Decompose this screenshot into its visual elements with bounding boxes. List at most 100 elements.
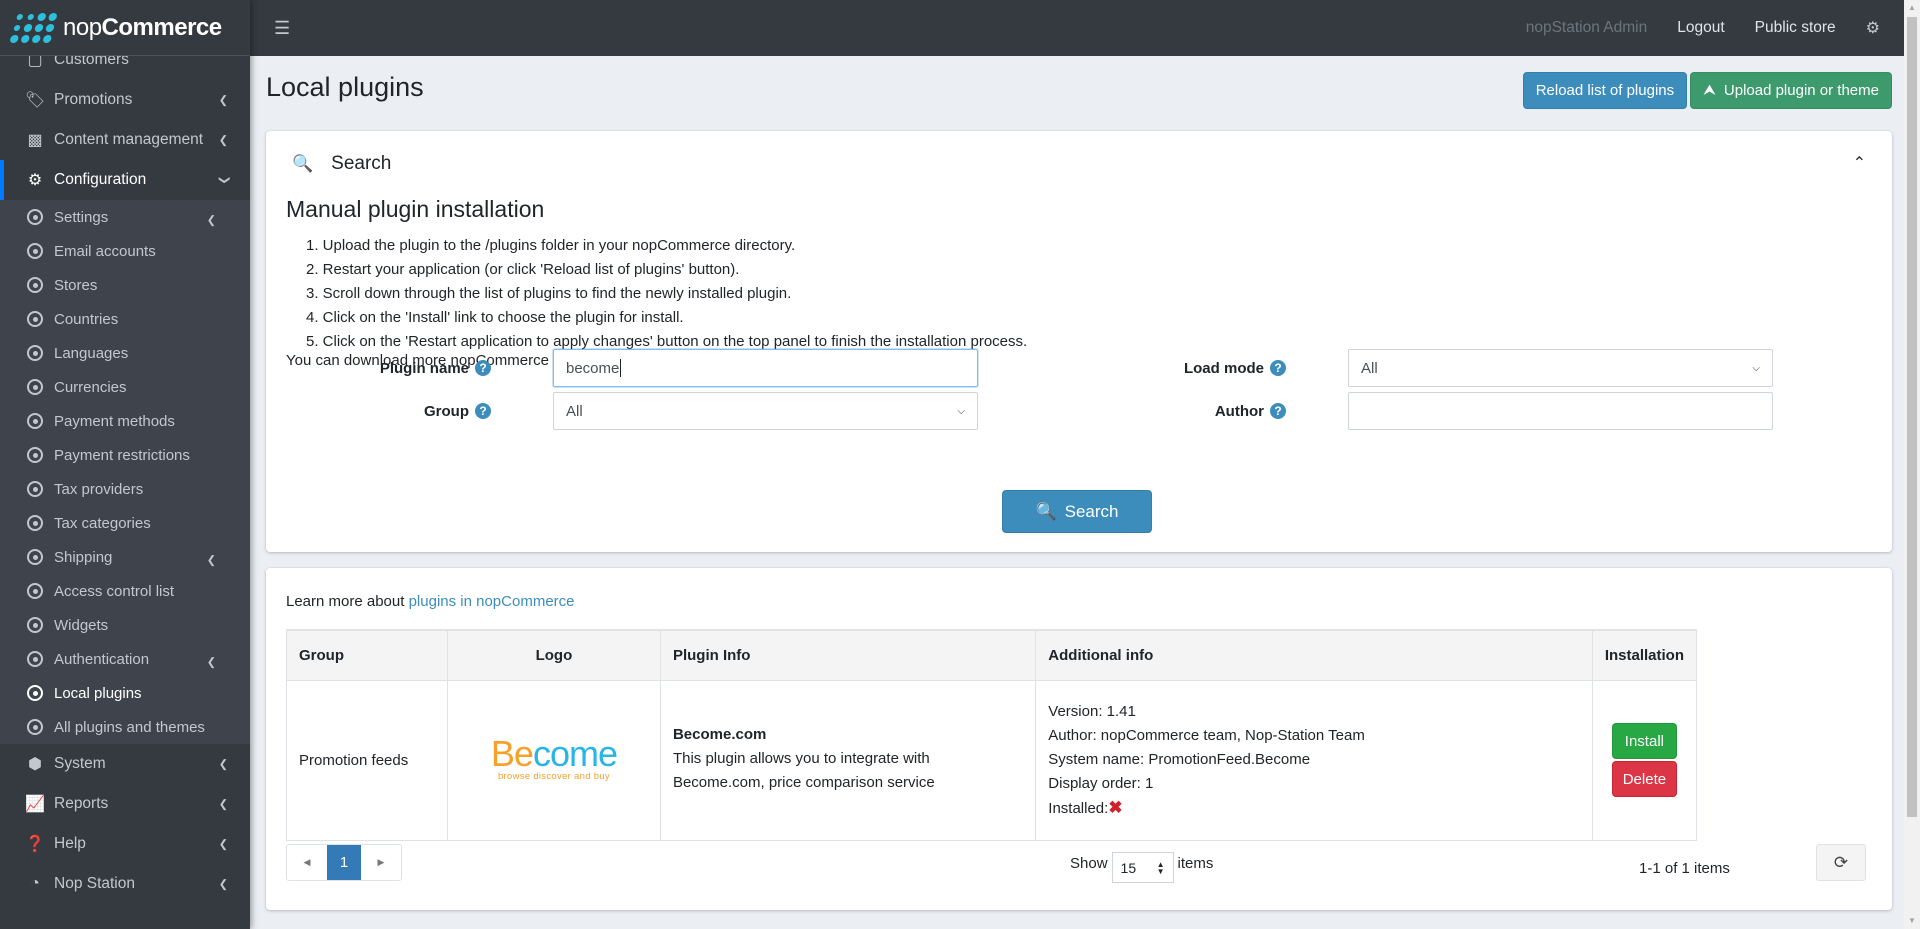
page-size-select[interactable]: 15 ▲ ▼ [1111,852,1174,883]
sidebar-item-content-management[interactable]: ▩ Content management ❮ [0,120,250,160]
sidebar-item-label: Tax categories [54,514,151,532]
plugin-system-name: System name: PromotionFeed.Become [1048,750,1311,768]
sidebar-item-currencies[interactable]: Currencies [0,370,250,404]
help-icon[interactable]: ? [1270,403,1286,419]
upload-plugin-label: Upload plugin or theme [1723,82,1879,99]
column-header-additional-info[interactable]: Additional info [1035,629,1593,681]
install-step: 4. Click on the 'Install' link to choose… [306,309,684,326]
author-label: Author? [1146,392,1286,430]
hamburger-menu-icon[interactable]: ☰ [274,18,290,39]
help-icon[interactable]: ? [475,403,491,419]
sidebar-item-tax-providers[interactable]: Tax providers [0,472,250,506]
delete-button[interactable]: Delete [1611,761,1678,797]
column-header-group[interactable]: Group [286,629,448,681]
sidebar-item-reports[interactable]: 📈 Reports ❮ [0,784,250,824]
reload-plugins-button[interactable]: Reload list of plugins [1522,72,1688,109]
sidebar-item-label: Shipping [54,548,113,566]
logout-link[interactable]: Logout [1677,19,1724,37]
chevron-down-icon: ❮ [217,175,230,185]
chart-line-icon: 📈 [25,796,45,813]
chevron-left-icon: ❮ [206,214,216,227]
sidebar-item-widgets[interactable]: Widgets [0,608,250,642]
items-info: 1-1 of 1 items [1639,860,1730,877]
sidebar-item-tax-categories[interactable]: Tax categories [0,506,250,540]
sidebar-item-nop-station[interactable]: ◔ Nop Station ❮ [0,864,250,904]
brand-logo[interactable]: nopCommerce [0,0,250,56]
sidebar-item-system[interactable]: ⬢ System ❮ [0,744,250,784]
column-header-plugin-info[interactable]: Plugin Info [659,629,1037,681]
help-icon[interactable]: ? [1270,360,1286,376]
scroll-up-arrow-icon[interactable]: ▲ [1904,0,1920,16]
sidebar-item-label: Currencies [54,378,127,396]
column-header-logo[interactable]: Logo [446,629,661,681]
search-panel-title: Search [331,153,392,174]
sidebar-item-label: Help [54,835,86,852]
sidebar-item-promotions[interactable]: 🏷 Promotions ❮ [0,80,250,120]
sidebar-item-email-accounts[interactable]: Email accounts [0,234,250,268]
circle-icon [27,379,43,395]
next-page-icon[interactable]: ▶ [361,845,401,880]
page-button[interactable]: 1 [327,845,361,880]
sidebar-item-label: Tax providers [54,480,144,498]
search-button[interactable]: 🔍 Search [1002,490,1152,533]
sidebar-item-label: Access control list [54,582,175,600]
pie-chart-icon: ◔ [30,875,40,892]
install-button[interactable]: Install [1611,723,1678,759]
column-header-installation[interactable]: Installation [1591,629,1698,681]
circle-icon [27,651,43,667]
install-steps: 1. Upload the plugin to the /plugins fol… [306,234,1027,354]
sidebar-item-label: Promotions [54,91,133,108]
group-label: Group? [366,392,491,430]
circle-icon [27,685,43,701]
plugins-table: Group Logo Plugin Info Additional info I… [286,629,1698,841]
cell-group: Promotion feeds [286,679,448,841]
plugin-description: This plugin allows you to integrate with… [672,749,935,791]
sidebar-item-languages[interactable]: Languages [0,336,250,370]
gears-icon[interactable]: ⚙ [1866,18,1880,38]
sidebar-item-payment-restrictions[interactable]: Payment restrictions [0,438,250,472]
chevron-left-icon: ❮ [218,878,228,891]
cell-additional-info: Version: 1.41 Author: nopCommerce team, … [1035,679,1593,841]
sidebar-item-authentication[interactable]: Authentication ❮ [0,642,250,676]
group-select[interactable]: All ⌵ [553,392,978,430]
sidebar-item-label: Reports [54,795,109,812]
plugins-docs-link[interactable]: plugins in nopCommerce [409,593,575,610]
sidebar-item-stores[interactable]: Stores [0,268,250,302]
chevron-up-icon[interactable]: ⌃ [1853,153,1866,173]
prev-page-icon[interactable]: ◀ [287,845,327,880]
sidebar-item-label: Authentication [54,650,150,668]
chevron-left-icon: ❮ [218,758,228,771]
circle-icon [27,583,43,599]
sidebar-item-help[interactable]: ❓ Help ❮ [0,824,250,864]
plugin-logo: Become browse discover and buy [490,733,618,783]
sidebar: ▢ Customers 🏷 Promotions ❮ ▩ Content man… [0,0,250,929]
load-mode-select[interactable]: All ⌵ [1348,349,1773,387]
sidebar-item-configuration[interactable]: ⚙ Configuration ❮ [0,160,250,200]
sidebar-item-access-control-list[interactable]: Access control list [0,574,250,608]
public-store-link[interactable]: Public store [1755,19,1836,37]
sidebar-nav: ▢ Customers 🏷 Promotions ❮ ▩ Content man… [0,40,250,904]
cell-installation: Install Delete [1591,679,1698,841]
plugin-display-order: Display order: 1 [1048,774,1154,792]
upload-plugin-button[interactable]: ⮝ Upload plugin or theme [1690,72,1892,109]
sidebar-item-local-plugins[interactable]: Local plugins [0,676,250,710]
install-step: 3. Scroll down through the list of plugi… [306,285,792,302]
scroll-down-arrow-icon[interactable]: ▼ [1904,913,1920,929]
author-input[interactable] [1348,392,1773,430]
plugin-name-input[interactable]: become [553,349,978,387]
refresh-icon[interactable]: ⟳ [1816,844,1866,881]
search-panel-header[interactable]: 🔍 Search [292,153,391,175]
sidebar-item-settings[interactable]: Settings ❮ [0,200,250,234]
sidebar-item-all-plugins-and-themes[interactable]: All plugins and themes [0,710,250,744]
sidebar-item-label: Local plugins [54,684,142,702]
cube-icon: ⬢ [28,756,42,773]
question-circle-icon: ❓ [25,836,45,853]
sidebar-item-shipping[interactable]: Shipping ❮ [0,540,250,574]
logo-dots-icon [9,12,58,43]
help-icon[interactable]: ? [475,360,491,376]
sidebar-item-payment-methods[interactable]: Payment methods [0,404,250,438]
scrollbar-thumb[interactable] [1907,17,1917,817]
learn-more: Learn more about plugins in nopCommerce [286,593,575,610]
sidebar-item-countries[interactable]: Countries [0,302,250,336]
page-scrollbar[interactable]: ▲ ▼ [1904,0,1920,929]
